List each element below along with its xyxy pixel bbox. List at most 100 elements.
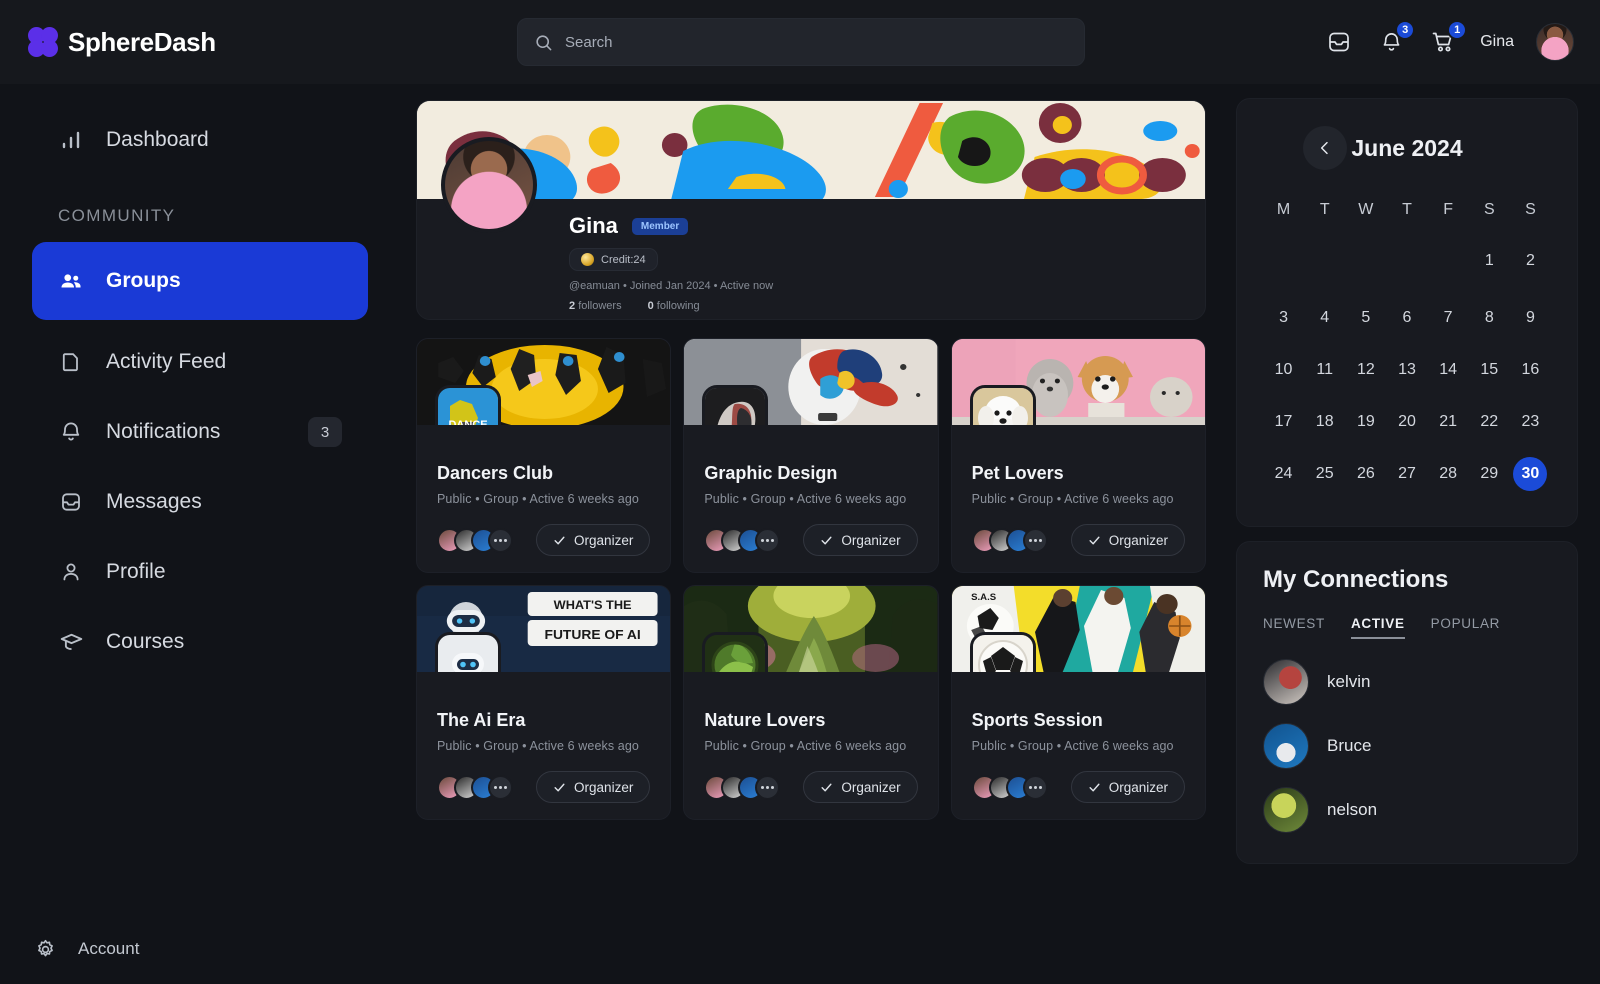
calendar-day-label: 24 [1274,465,1293,482]
member-avatars[interactable] [437,774,513,800]
member-avatars[interactable] [437,527,513,553]
calendar-day[interactable]: 16 [1510,344,1551,396]
list-item[interactable]: kelvin [1263,659,1551,705]
calendar-day[interactable]: 15 [1469,344,1510,396]
tab-popular[interactable]: POPULAR [1431,616,1500,639]
svg-text:WHAT'S THE: WHAT'S THE [554,598,632,612]
calendar-day[interactable]: 9 [1510,292,1551,344]
inbox-button[interactable] [1324,27,1354,57]
sidebar-item-account[interactable]: Account [32,936,139,962]
calendar-day[interactable]: 19 [1345,396,1386,448]
organizer-button[interactable]: Organizer [536,771,651,803]
more-members-button[interactable] [1022,774,1048,800]
more-members-button[interactable] [1022,527,1048,553]
calendar-day[interactable]: 13 [1386,344,1427,396]
calendar-day[interactable]: 7 [1428,292,1469,344]
calendar-day-selected[interactable]: 30 [1510,448,1551,500]
group-footer: Organizer [971,771,1185,803]
calendar-day[interactable]: 22 [1469,396,1510,448]
group-card[interactable]: DANCE Dancers Club Public • Group • Acti… [416,338,672,573]
connections-panel: My Connections NEWEST ACTIVE POPULAR kel… [1236,541,1578,864]
profile-name-row: Gina Member [569,213,1205,239]
sidebar-item-profile[interactable]: Profile [32,544,368,600]
top-bar: SphereDash Search 3 1 Gina [0,0,1600,84]
group-card[interactable]: WHAT'S THE FUTURE OF AI The Ai Era Publi… [416,585,672,820]
organizer-button[interactable]: Organizer [1070,771,1185,803]
calendar-day[interactable]: 18 [1304,396,1345,448]
calendar-day[interactable]: 17 [1263,396,1304,448]
more-members-button[interactable] [755,527,781,553]
member-avatars[interactable] [971,527,1048,553]
more-members-button[interactable] [755,774,781,800]
group-body: Sports Session Public • Group • Active 6… [952,672,1205,819]
tab-newest[interactable]: NEWEST [1263,616,1325,639]
organizer-button[interactable]: Organizer [1070,524,1185,556]
calendar-day-label: 22 [1480,413,1499,430]
sidebar-item-courses[interactable]: Courses [32,614,368,670]
calendar-day[interactable]: 12 [1345,344,1386,396]
calendar-cell-empty [1304,235,1345,292]
soccer-thumb-image [972,635,1033,672]
calendar-day[interactable]: 20 [1386,396,1427,448]
organizer-label: Organizer [841,532,901,548]
brand-logo[interactable]: SphereDash [28,27,388,58]
member-avatars[interactable] [704,774,781,800]
calendar-day[interactable]: 26 [1345,448,1386,500]
cart-button[interactable]: 1 [1428,20,1468,57]
calendar-grid[interactable]: M T W T F S S 1 2 3 4 5 6 7 8 9 10 11 12 13 14 15 16 17 18 19 20 21… [1263,191,1551,500]
organizer-button[interactable]: Organizer [803,771,918,803]
calendar-day[interactable]: 1 [1469,235,1510,292]
dog-thumb-image [972,388,1033,425]
calendar-day[interactable]: 24 [1263,448,1304,500]
avatar [1263,659,1309,705]
calendar-day[interactable]: 5 [1345,292,1386,344]
search-input[interactable]: Search [517,18,1085,66]
group-card[interactable]: S.A.S Sports Session Public • Group • Ac… [950,585,1206,820]
group-card[interactable]: Nature Lovers Public • Group • Active 6 … [683,585,939,820]
calendar-day[interactable]: 27 [1386,448,1427,500]
sidebar-item-groups[interactable]: Groups [32,242,368,320]
calendar-day-label: 2 [1525,252,1535,269]
tab-active[interactable]: ACTIVE [1350,616,1405,639]
calendar-day-label: 6 [1402,309,1412,326]
organizer-button[interactable]: Organizer [536,524,651,556]
calendar-day[interactable]: 23 [1510,396,1551,448]
group-cover: S.A.S [951,586,1205,672]
organizer-button[interactable]: Organizer [803,524,918,556]
calendar-day-label: 17 [1274,413,1293,430]
calendar-day[interactable]: 3 [1263,292,1304,344]
profile-avatar[interactable] [441,137,537,233]
sidebar-item-activity-feed[interactable]: Activity Feed [32,334,368,390]
calendar-cell-empty [1263,235,1304,292]
sidebar-item-dashboard[interactable]: Dashboard [32,112,368,168]
calendar-day[interactable]: 10 [1263,344,1304,396]
list-item[interactable]: nelson [1263,787,1551,833]
calendar-day[interactable]: 4 [1304,292,1345,344]
sidebar-item-notifications[interactable]: Notifications 3 [32,404,368,460]
calendar-day[interactable]: 8 [1469,292,1510,344]
calendar-day[interactable]: 21 [1428,396,1469,448]
sidebar-item-messages[interactable]: Messages [32,474,368,530]
calendar-day[interactable]: 25 [1304,448,1345,500]
calendar-day[interactable]: 6 [1386,292,1427,344]
connection-name: Bruce [1327,736,1372,755]
notifications-button[interactable]: 3 [1376,20,1416,57]
list-item[interactable]: Bruce [1263,723,1551,769]
more-members-button[interactable] [488,527,513,553]
body: Dashboard COMMUNITY Groups Activity Feed… [0,84,1600,984]
group-card[interactable]: Pet Lovers Public • Group • Active 6 wee… [950,338,1206,573]
calendar-day[interactable]: 29 [1469,448,1510,500]
calendar-day[interactable]: 28 [1428,448,1469,500]
profile-card: Gina Member Credit:24 @eamuan • Joined J… [416,100,1206,320]
calendar-day[interactable]: 11 [1304,344,1345,396]
member-avatars[interactable] [971,774,1048,800]
member-avatars[interactable] [704,527,781,553]
calendar-day[interactable]: 14 [1428,344,1469,396]
calendar-prev-button[interactable] [1303,126,1347,170]
svg-text:FUTURE OF AI: FUTURE OF AI [545,627,641,642]
avatar[interactable] [1536,23,1574,61]
group-card[interactable]: Graphic Design Public • Group • Active 6… [683,338,939,573]
calendar-day[interactable]: 2 [1510,235,1551,292]
more-members-button[interactable] [488,774,513,800]
group-title: The Ai Era [437,710,526,730]
